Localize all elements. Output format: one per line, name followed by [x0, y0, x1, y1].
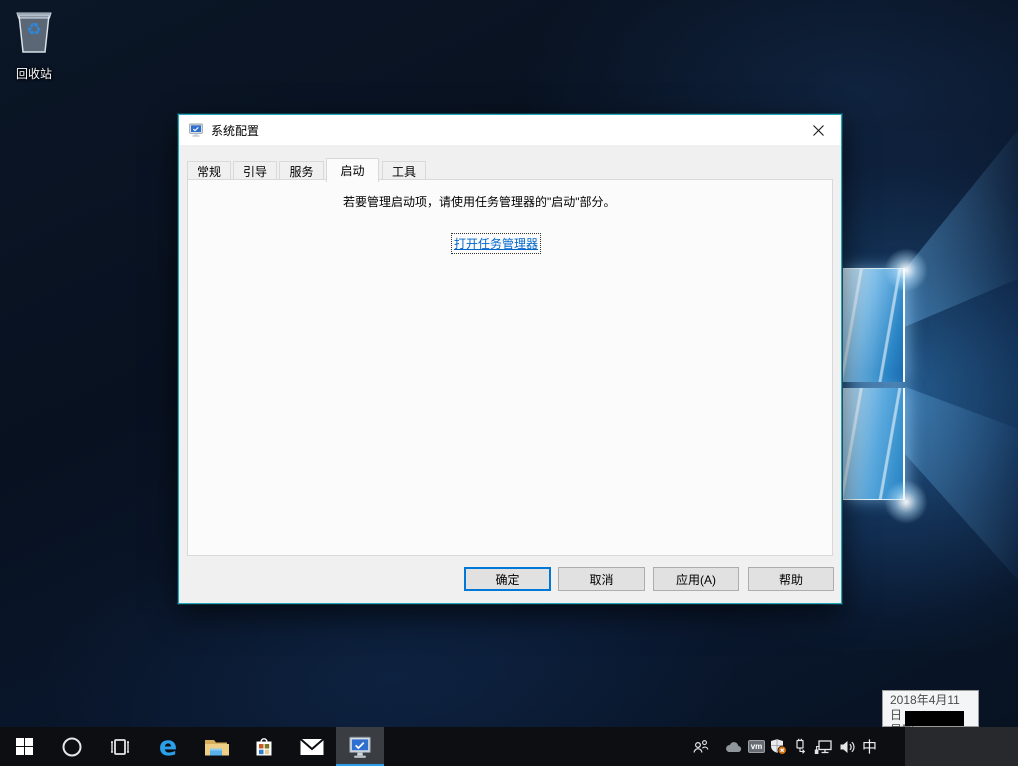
- recycle-bin-icon: ♻: [12, 8, 56, 58]
- windows-logo-pane-top: [843, 268, 905, 382]
- task-view-button[interactable]: [96, 727, 144, 766]
- onedrive-button[interactable]: [724, 740, 743, 754]
- onedrive-cloud-icon: [724, 740, 743, 754]
- recycle-bin-label: 回收站: [6, 65, 62, 82]
- store-button[interactable]: [240, 727, 288, 766]
- ime-indicator[interactable]: 中: [862, 736, 877, 757]
- windows-logo-pane-bottom: [843, 388, 905, 500]
- people-button[interactable]: [692, 739, 709, 755]
- open-task-manager-link[interactable]: 打开任务管理器: [452, 234, 540, 253]
- apply-button[interactable]: 应用(A): [653, 567, 739, 591]
- start-icon: [16, 738, 33, 755]
- start-button[interactable]: [0, 727, 48, 766]
- mail-icon: [299, 737, 325, 757]
- cortana-button[interactable]: [48, 727, 96, 766]
- tab-general[interactable]: 常规: [187, 161, 231, 180]
- redaction-box: [905, 711, 964, 726]
- tab-tools[interactable]: 工具: [382, 161, 426, 180]
- system-config-window: 系统配置 常规 引导 服务 启动 工具 若要管理启动项，请使用任务管理器的"启动…: [178, 114, 842, 604]
- edge-button[interactable]: e: [144, 727, 192, 766]
- mail-button[interactable]: [288, 727, 336, 766]
- tab-services[interactable]: 服务: [279, 161, 324, 180]
- edge-icon: e: [159, 733, 177, 760]
- cortana-circle-icon: [61, 736, 83, 758]
- recycle-bin[interactable]: ♻ 回收站: [6, 8, 62, 82]
- usb-icon: [793, 738, 807, 755]
- file-explorer-button[interactable]: [192, 727, 240, 766]
- network-button[interactable]: [814, 739, 833, 755]
- logo-corner-glow: [884, 480, 928, 524]
- logo-corner-glow: [884, 248, 928, 292]
- tab-startup[interactable]: 启动: [326, 158, 379, 182]
- msconfig-icon: [347, 734, 373, 760]
- tab-boot[interactable]: 引导: [233, 161, 277, 180]
- titlebar[interactable]: 系统配置: [179, 115, 841, 145]
- people-icon: [692, 739, 709, 755]
- close-button[interactable]: [796, 115, 841, 145]
- usb-device-button[interactable]: [793, 738, 807, 755]
- startup-tab-page: 若要管理启动项，请使用任务管理器的"启动"部分。 打开任务管理器: [187, 179, 833, 556]
- close-icon: [813, 125, 824, 136]
- vmware-tools-button[interactable]: vm: [748, 740, 765, 753]
- clock-area[interactable]: [905, 727, 1018, 766]
- svg-text:♻: ♻: [26, 20, 41, 39]
- startup-message: 若要管理启动项，请使用任务管理器的"启动"部分。: [343, 193, 616, 210]
- task-view-icon: [108, 736, 132, 758]
- volume-icon: [839, 739, 856, 755]
- desktop: ♻ 回收站 系统配置 常规 引导 服务 启动 工具: [0, 0, 1018, 766]
- network-icon: [814, 739, 833, 755]
- defender-button[interactable]: [770, 738, 787, 755]
- folder-icon: [203, 735, 229, 759]
- help-button[interactable]: 帮助: [748, 567, 834, 591]
- vmware-icon: vm: [748, 740, 765, 753]
- system-tray: vm: [692, 727, 877, 766]
- light-beam: [905, 370, 1018, 580]
- cancel-button[interactable]: 取消: [558, 567, 645, 591]
- store-icon: [252, 734, 276, 759]
- light-beam: [905, 130, 1018, 370]
- window-title: 系统配置: [211, 122, 259, 139]
- volume-button[interactable]: [839, 739, 856, 755]
- defender-shield-icon: [770, 738, 787, 755]
- taskbar: e: [0, 727, 1018, 766]
- ok-button[interactable]: 确定: [464, 567, 551, 591]
- msconfig-taskbar-button[interactable]: [336, 727, 384, 766]
- msconfig-icon: [188, 122, 204, 138]
